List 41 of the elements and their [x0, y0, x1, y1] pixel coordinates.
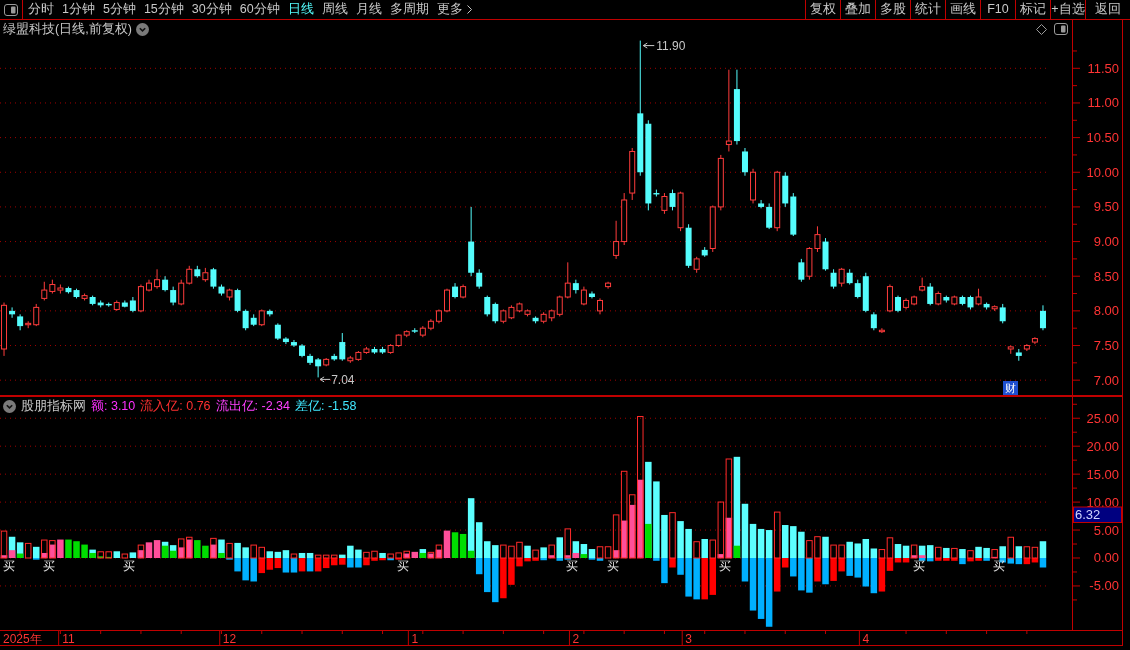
buy-signal-label: 买 — [2, 559, 15, 573]
indicator-value: 流出亿: -2.34 — [215, 399, 290, 413]
axis-label: 11.00 — [1087, 95, 1119, 111]
buy-signal-label: 买 — [719, 559, 732, 573]
buy-signal-label: 买 — [123, 559, 136, 573]
axis-label: 8.50 — [1093, 268, 1119, 284]
month-label: 4 — [862, 631, 870, 645]
buy-signal-label: 买 — [397, 559, 410, 573]
axis-label: 5.00 — [1093, 522, 1119, 538]
indicator-name: 股朋指标网 — [21, 399, 86, 413]
axis-label: 8.00 — [1093, 303, 1119, 319]
month-label: 3 — [685, 631, 692, 645]
indicator-value: 额: 3.10 — [91, 399, 136, 413]
axis-label: 9.50 — [1093, 199, 1119, 215]
month-label: 12 — [222, 631, 237, 645]
current-value-label: 6.32 — [1073, 506, 1122, 523]
buy-signal-label: 买 — [566, 559, 579, 573]
buy-signal-label: 买 — [993, 559, 1006, 573]
indicator-value: 流入亿: 0.76 — [140, 399, 211, 413]
high-price-label: 11.90 — [656, 39, 686, 54]
month-label: 11 — [62, 631, 75, 645]
chart-title: 绿盟科技(日线,前复权) — [3, 22, 132, 36]
month-label: 1 — [411, 631, 419, 645]
year-label: 2025年 — [3, 631, 42, 645]
buy-signal-label: 买 — [912, 559, 925, 573]
axis-label: 9.00 — [1093, 234, 1119, 250]
buy-signal-label: 买 — [42, 559, 55, 573]
axis-label: 0.00 — [1093, 550, 1119, 566]
buy-signal-label: 买 — [606, 559, 619, 573]
axis-label: 15.00 — [1086, 466, 1119, 482]
axis-label: 10.00 — [1086, 164, 1119, 180]
axis-label: 7.00 — [1093, 372, 1119, 388]
axis-label: 25.00 — [1086, 410, 1119, 426]
axis-label: 20.00 — [1086, 438, 1119, 454]
indicator-value: 差亿: -1.58 — [295, 399, 357, 413]
axis-label: 11.50 — [1087, 60, 1119, 76]
axis-label: 10.50 — [1086, 130, 1119, 146]
axis-label: 7.50 — [1093, 338, 1119, 353]
month-label: 2 — [572, 631, 580, 645]
axis-label: -5.00 — [1089, 578, 1119, 594]
low-price-label: 7.04 — [331, 372, 355, 387]
